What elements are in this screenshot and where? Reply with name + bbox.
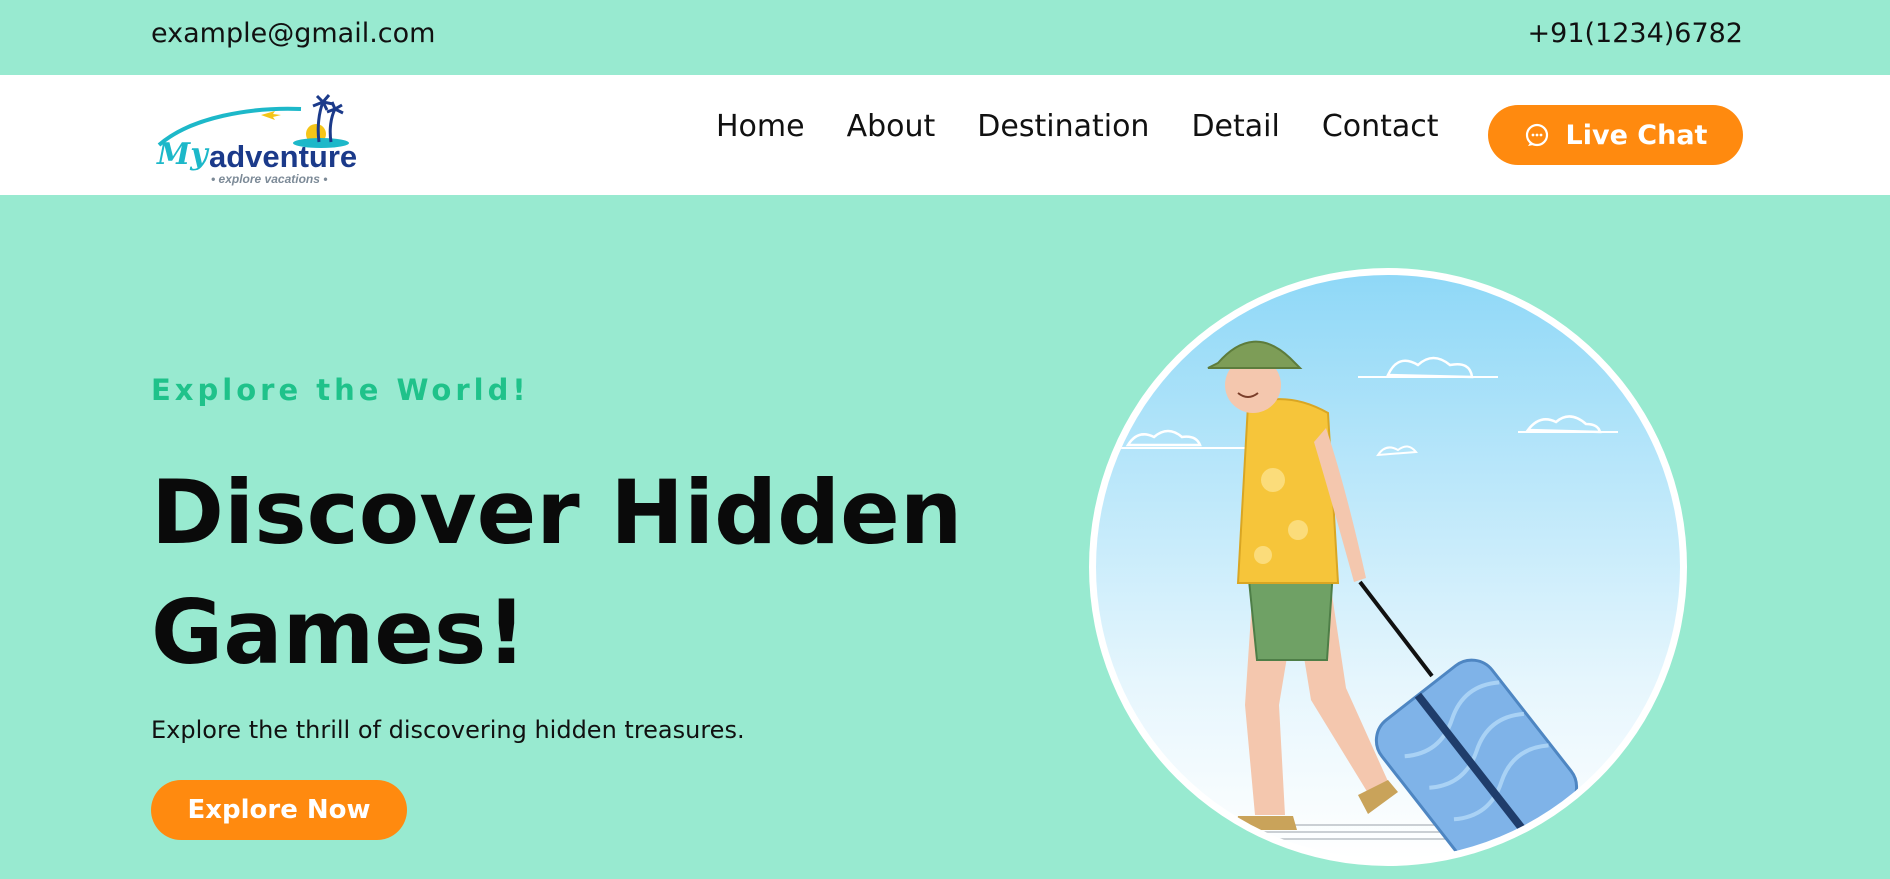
logo-word: adventure	[209, 139, 358, 174]
hero-headline-line1: Discover Hidden	[151, 461, 963, 564]
top-contact-bar: example@gmail.com +91(1234)6782	[0, 0, 1890, 75]
hero-subtext: Explore the thrill of discovering hidden…	[151, 716, 745, 744]
primary-nav: Home About Destination Detail Contact	[716, 109, 1439, 144]
traveler-illustration	[1089, 268, 1687, 866]
explore-now-button[interactable]: Explore Now	[151, 780, 407, 840]
live-chat-label: Live Chat	[1565, 119, 1708, 151]
hero-section: Explore the World! Discover Hidden Games…	[0, 195, 1890, 879]
nav-detail[interactable]: Detail	[1191, 109, 1279, 144]
logo-script-word: My	[157, 137, 208, 172]
logo-tagline: • explore vacations •	[211, 172, 328, 186]
hero-headline-line2: Games!	[151, 581, 527, 684]
hero-headline: Discover Hidden Games!	[151, 453, 1051, 693]
main-navbar: My adventure • explore vacations • Home …	[0, 75, 1890, 195]
hero-eyebrow: Explore the World!	[151, 373, 530, 407]
nav-home[interactable]: Home	[716, 109, 805, 144]
nav-destination[interactable]: Destination	[977, 109, 1149, 144]
nav-about[interactable]: About	[847, 109, 936, 144]
live-chat-button[interactable]: Live Chat	[1488, 105, 1743, 165]
site-logo[interactable]: My adventure • explore vacations •	[151, 87, 358, 186]
nav-contact[interactable]: Contact	[1322, 109, 1439, 144]
contact-email[interactable]: example@gmail.com	[151, 18, 435, 49]
chat-bubble-icon	[1525, 123, 1548, 147]
contact-phone[interactable]: +91(1234)6782	[1528, 18, 1743, 49]
